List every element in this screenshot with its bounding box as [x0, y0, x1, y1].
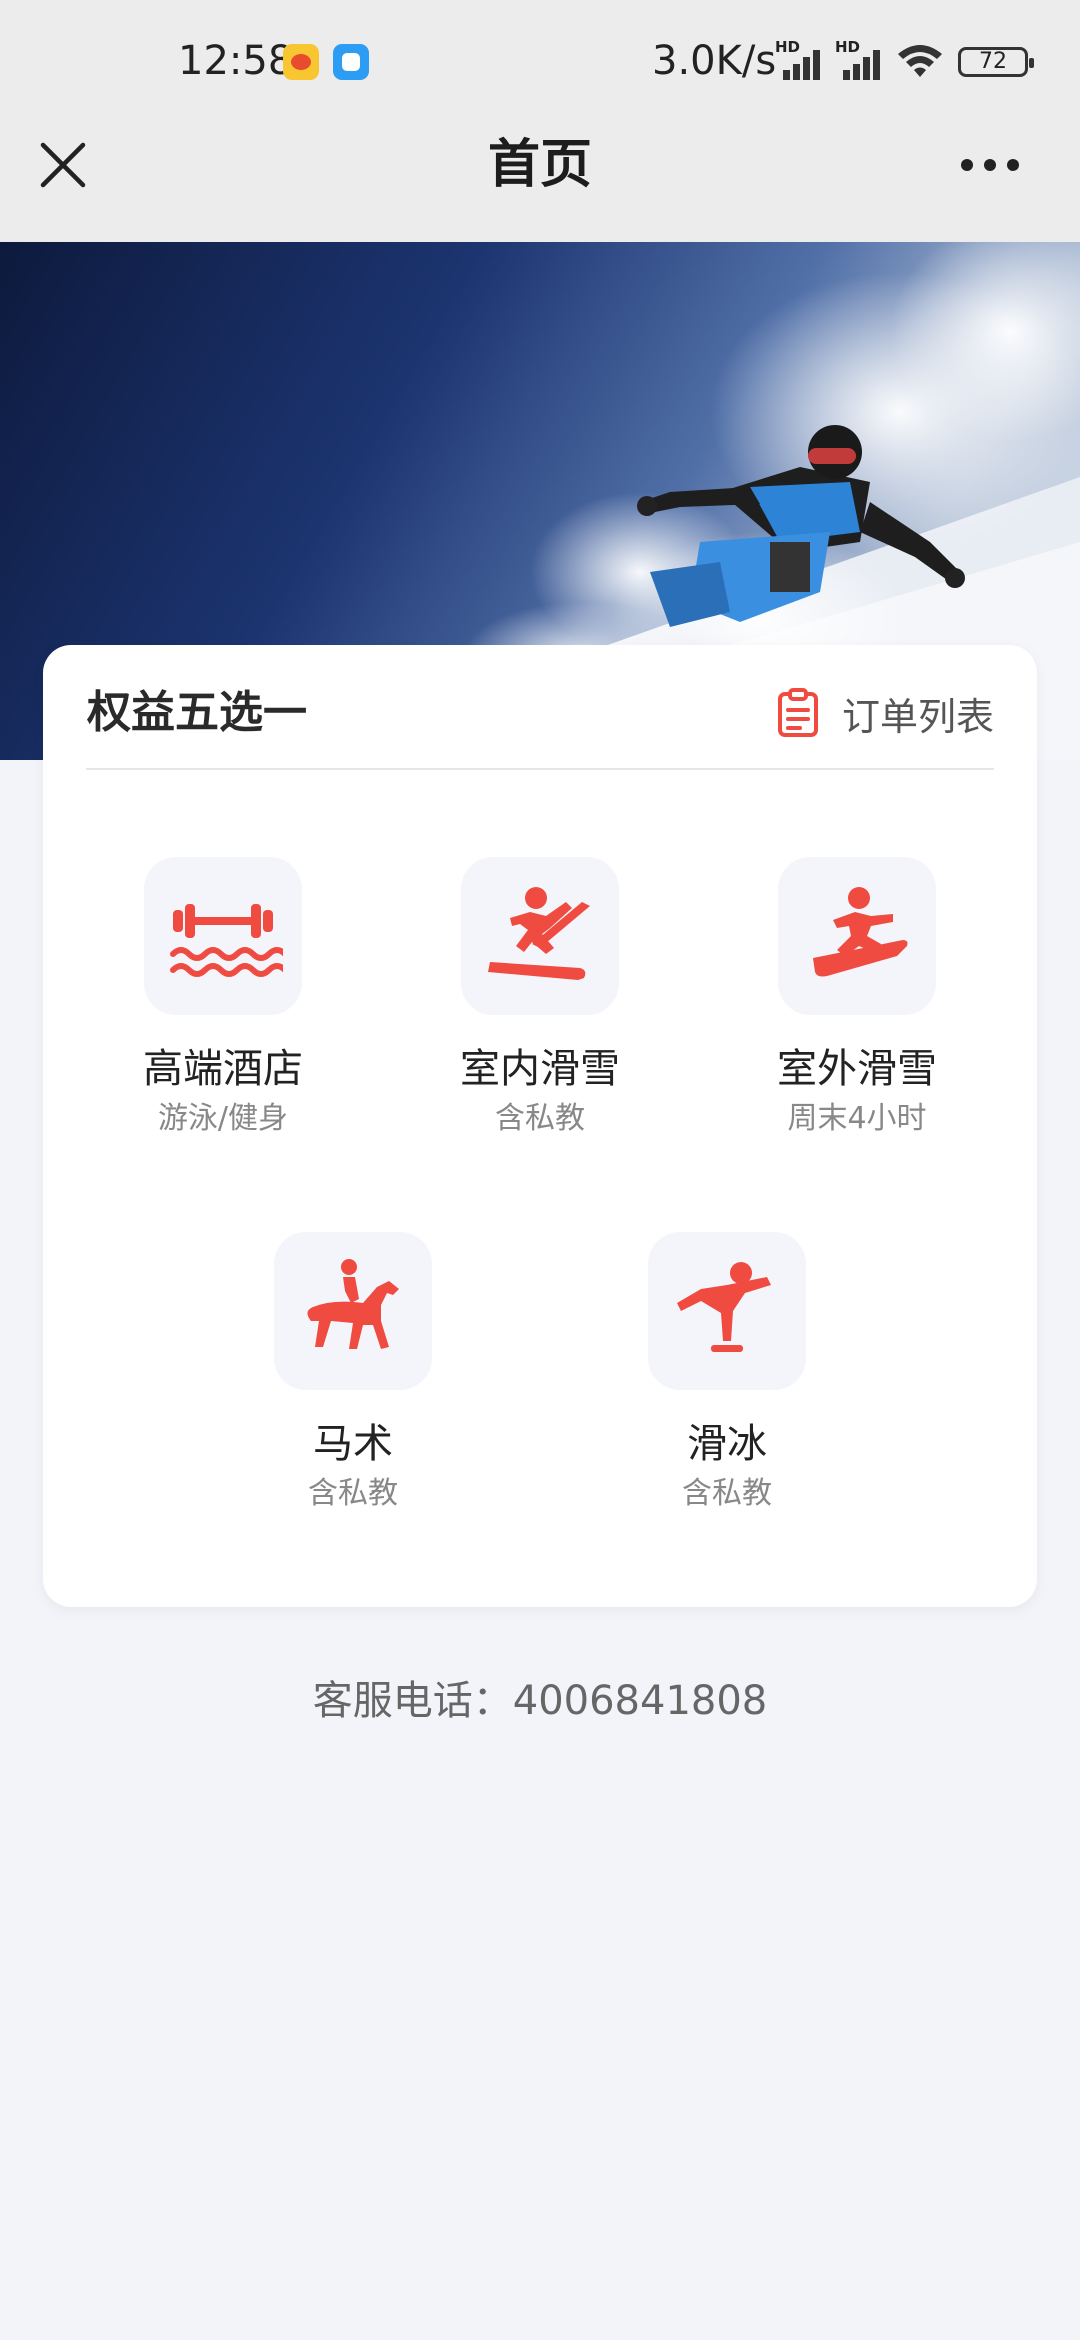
battery-icon: 72: [958, 47, 1034, 77]
page-title: 首页: [487, 135, 592, 195]
option-outdoor-ski[interactable]: 室外滑雪 周末4小时: [737, 857, 977, 1139]
option-hotel[interactable]: 高端酒店 游泳/健身: [103, 857, 343, 1139]
option-name: 高端酒店: [143, 1046, 303, 1092]
chat-app-icon: [333, 44, 369, 80]
card-title: 权益五选一: [87, 687, 307, 738]
benefits-card: 权益五选一 订单列表 高端酒店 游泳/健身 室内滑雪 含私教 室外滑雪 周末4小…: [43, 645, 1037, 1607]
option-tile: [778, 857, 936, 1015]
signal-icon: HD: [775, 38, 825, 80]
option-name: 室外滑雪: [777, 1046, 937, 1092]
status-bar: 12:58 3.0K/s HD HD 72: [0, 0, 1080, 125]
order-list-icon: [777, 688, 818, 737]
option-tile: [648, 1232, 806, 1390]
fitness-swim-icon: [170, 904, 283, 977]
option-subtitle: 游泳/健身: [157, 1101, 289, 1136]
order-list-label: 订单列表: [841, 694, 994, 739]
indoor-ski-icon: [488, 887, 590, 980]
option-ice-skating[interactable]: 滑冰 含私教: [607, 1232, 847, 1514]
option-subtitle: 周末4小时: [787, 1101, 927, 1136]
divider: [86, 768, 994, 770]
option-name: 室内滑雪: [460, 1046, 620, 1092]
more-icon[interactable]: [960, 158, 1020, 172]
wifi-icon: [898, 45, 942, 77]
order-list-link[interactable]: 订单列表: [776, 681, 994, 745]
signal-icon-2: HD: [835, 38, 885, 80]
ice-skating-icon: [677, 1262, 771, 1352]
option-indoor-ski[interactable]: 室内滑雪 含私教: [420, 857, 660, 1139]
option-name: 马术: [313, 1421, 393, 1467]
option-tile: [144, 857, 302, 1015]
horse-riding-icon: [307, 1259, 399, 1349]
option-horse-riding[interactable]: 马术 含私教: [233, 1232, 473, 1514]
option-subtitle: 含私教: [495, 1101, 585, 1136]
network-speed: 3.0K/s: [652, 38, 777, 84]
weibo-app-icon: [283, 44, 319, 80]
option-subtitle: 含私教: [682, 1476, 772, 1511]
option-name: 滑冰: [687, 1421, 767, 1467]
status-time: 12:58: [178, 38, 294, 84]
option-subtitle: 含私教: [308, 1476, 398, 1511]
outdoor-ski-icon: [813, 887, 908, 977]
option-tile: [274, 1232, 432, 1390]
option-tile: [461, 857, 619, 1015]
customer-service-hotline[interactable]: 客服电话：4006841808: [0, 1668, 1080, 1726]
